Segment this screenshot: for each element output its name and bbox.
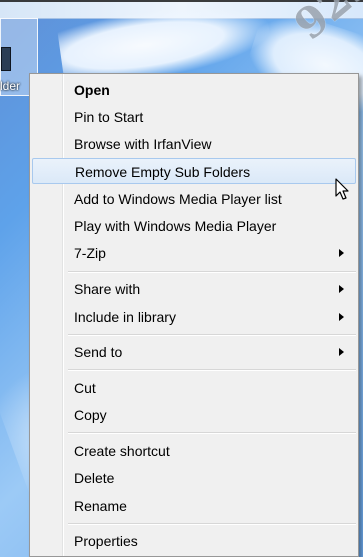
- menu-item-rename[interactable]: Rename: [32, 493, 356, 519]
- menu-separator: [68, 432, 356, 434]
- menu-item-label: Remove Empty Sub Folders: [75, 164, 251, 180]
- menu-item-label: Create shortcut: [74, 443, 170, 459]
- menu-item-label: Open: [74, 82, 110, 98]
- menu-item-label: Delete: [74, 470, 115, 486]
- menu-item-label: Cut: [74, 380, 96, 396]
- menu-item-cut[interactable]: Cut: [32, 375, 356, 401]
- menu-item-label: Include in library: [74, 309, 176, 325]
- menu-item-label: Rename: [74, 498, 127, 514]
- menu-item-include-in-library[interactable]: Include in library: [32, 304, 356, 330]
- folder-icon: [1, 47, 11, 71]
- mouse-cursor-icon: [335, 178, 349, 200]
- context-menu: Open Pin to Start Browse with IrfanView …: [29, 73, 359, 557]
- menu-item-browse-with-irfanview[interactable]: Browse with IrfanView: [32, 131, 356, 157]
- menu-item-share-with[interactable]: Share with: [32, 276, 356, 302]
- menu-item-play-with-wmp[interactable]: Play with Windows Media Player: [32, 213, 356, 239]
- menu-item-label: Copy: [74, 407, 107, 423]
- menu-separator: [68, 334, 356, 336]
- menu-item-send-to[interactable]: Send to: [32, 339, 356, 365]
- menu-item-7-zip[interactable]: 7-Zip: [32, 240, 356, 266]
- submenu-arrow-icon: [339, 285, 344, 293]
- menu-item-label: Add to Windows Media Player list: [74, 191, 282, 207]
- menu-item-label: Pin to Start: [74, 109, 144, 125]
- submenu-arrow-icon: [339, 313, 344, 321]
- menu-item-label: Send to: [74, 344, 123, 360]
- menu-item-label: 7-Zip: [74, 245, 106, 261]
- menu-item-label: Properties: [74, 533, 138, 549]
- menu-item-copy[interactable]: Copy: [32, 402, 356, 428]
- menu-separator: [68, 271, 356, 273]
- menu-item-create-shortcut[interactable]: Create shortcut: [32, 438, 356, 464]
- submenu-arrow-icon: [339, 249, 344, 257]
- menu-item-open[interactable]: Open: [32, 77, 356, 103]
- menu-item-add-to-wmp-list[interactable]: Add to Windows Media Player list: [32, 186, 356, 212]
- menu-separator: [68, 523, 356, 525]
- menu-item-properties[interactable]: Properties: [32, 528, 356, 554]
- menu-separator: [68, 369, 356, 371]
- menu-item-label: Play with Windows Media Player: [74, 218, 277, 234]
- menu-item-delete[interactable]: Delete: [32, 465, 356, 491]
- menu-item-remove-empty-sub-folders[interactable]: Remove Empty Sub Folders: [32, 158, 356, 184]
- menu-item-pin-to-start[interactable]: Pin to Start: [32, 104, 356, 130]
- menu-item-label: Browse with IrfanView: [74, 136, 212, 152]
- submenu-arrow-icon: [339, 348, 344, 356]
- menu-item-label: Share with: [74, 281, 141, 297]
